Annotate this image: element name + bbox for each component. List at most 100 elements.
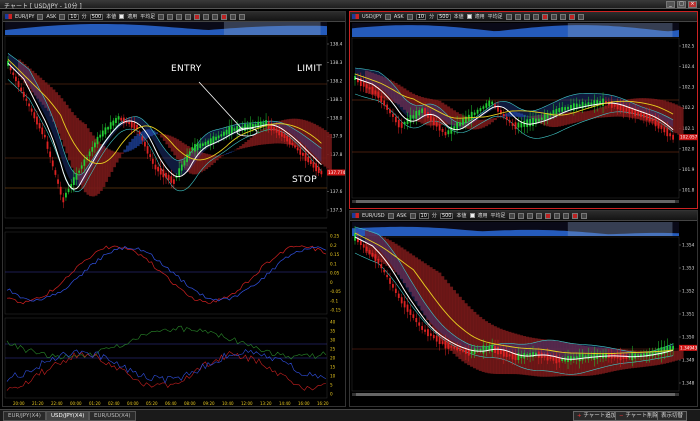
price-tag-label: 102.057 xyxy=(680,135,698,140)
zoom-in-icon[interactable] xyxy=(523,13,530,20)
candle-body xyxy=(141,136,144,141)
ichimoku-cloud xyxy=(589,110,594,119)
pair-label[interactable]: EUR/JPY xyxy=(15,14,34,20)
indicator-icon[interactable] xyxy=(194,13,201,20)
zoom-out-icon[interactable] xyxy=(185,13,192,20)
candle-body xyxy=(625,107,628,112)
chart-panel-eurusd[interactable]: EUR/USD ASK 10 分 500 本値 適用 平均足 1.354 1.35… xyxy=(349,210,698,407)
tab-usdjpy[interactable]: USD/JPY(X4) xyxy=(46,411,90,421)
refresh-icon[interactable] xyxy=(212,13,219,20)
osc2-tick-label: 35 xyxy=(330,329,336,334)
period-input[interactable]: 10 xyxy=(415,13,427,20)
apply-checkbox[interactable] xyxy=(119,14,125,19)
candle-body xyxy=(438,124,441,131)
crosshair-icon[interactable] xyxy=(158,13,165,20)
line-tool-icon[interactable] xyxy=(167,13,174,20)
ichimoku-cloud xyxy=(487,118,491,125)
crosshair-icon[interactable] xyxy=(508,212,515,219)
zoom-in-icon[interactable] xyxy=(526,212,533,219)
zoom-out-icon[interactable] xyxy=(532,13,539,20)
candle-body xyxy=(447,342,450,350)
print-icon[interactable] xyxy=(230,13,237,20)
mode1-label[interactable]: 本値 xyxy=(106,13,116,20)
dropdown-icon[interactable] xyxy=(406,13,413,20)
chart-panel-eurjpy[interactable]: EUR/JPY ASK 10 分 500 本値 適用 平均足 138.4 138.… xyxy=(2,11,346,407)
candle-body xyxy=(625,355,628,359)
delete-icon[interactable] xyxy=(221,13,228,20)
add-chart-button[interactable]: + チャート追加 xyxy=(573,411,621,421)
dropdown-icon[interactable] xyxy=(409,212,416,219)
period-unit: 分 xyxy=(81,14,87,20)
display-switch-button[interactable]: 表示切替 xyxy=(657,411,688,421)
count-input[interactable]: 500 xyxy=(89,13,104,20)
candle-body xyxy=(159,167,162,175)
refresh-icon[interactable] xyxy=(559,13,566,20)
settings-icon[interactable] xyxy=(550,13,557,20)
refresh-icon[interactable] xyxy=(562,212,569,219)
mode3-label[interactable]: 平均足 xyxy=(140,13,155,20)
dropdown-icon[interactable] xyxy=(384,13,391,20)
apply-checkbox[interactable] xyxy=(466,14,472,19)
maximize-button[interactable]: □ xyxy=(677,1,686,8)
candle-body xyxy=(581,353,584,361)
count-input[interactable]: 500 xyxy=(439,212,454,219)
zoom-in-icon[interactable] xyxy=(176,13,183,20)
side-label[interactable]: ASK xyxy=(394,14,404,20)
indicator-icon[interactable] xyxy=(541,13,548,20)
zoom-out-icon[interactable] xyxy=(535,212,542,219)
scrollbar-thumb xyxy=(356,393,675,396)
mode3-label[interactable]: 平均足 xyxy=(488,13,503,20)
pair-label[interactable]: USD/JPY xyxy=(362,14,382,20)
delete-icon[interactable] xyxy=(571,212,578,219)
candle-body xyxy=(456,346,459,351)
period-input[interactable]: 10 xyxy=(418,212,429,219)
side-label[interactable]: ASK xyxy=(46,14,56,20)
tab-eurjpy[interactable]: EUR/JPY(X4) xyxy=(3,411,46,421)
candle-body xyxy=(9,66,12,71)
chart-canvas[interactable]: 102.5 102.4 102.3 102.2 102.1 102.0 101.9 101.8… xyxy=(350,22,698,209)
close-button[interactable]: × xyxy=(688,1,697,8)
candle-body xyxy=(94,142,96,148)
dropdown-icon[interactable] xyxy=(37,13,44,20)
candle-body xyxy=(403,121,406,125)
dropdown-icon[interactable] xyxy=(387,212,394,219)
stop-annotation: STOP xyxy=(292,175,317,185)
crosshair-icon[interactable] xyxy=(505,13,512,20)
candle-body xyxy=(22,91,25,98)
indicator-icon[interactable] xyxy=(544,212,551,219)
chart-canvas[interactable]: 138.4 138.3 138.2 138.1 138.0 137.9 137.8 137.7… xyxy=(3,22,346,407)
y-tick-label: 1.353 xyxy=(682,266,695,272)
count-input[interactable]: 500 xyxy=(437,13,451,20)
settings-icon[interactable] xyxy=(553,212,560,219)
save-icon[interactable] xyxy=(239,13,246,20)
chart-panel-usdjpy[interactable]: USD/JPY ASK 10 分 500 本値 適用 平均足 102.5 102.… xyxy=(349,11,698,209)
dropdown-icon[interactable] xyxy=(59,13,66,20)
candle-body xyxy=(491,101,494,105)
line-tool-icon[interactable] xyxy=(514,13,521,20)
mode1-label[interactable]: 本値 xyxy=(454,13,464,20)
mode1-label[interactable]: 本値 xyxy=(456,212,466,219)
candle-body xyxy=(645,113,648,120)
tab-eurusd[interactable]: EUR/USD(X4) xyxy=(89,411,136,421)
candle-body xyxy=(107,127,109,130)
mode3-label[interactable]: 平均足 xyxy=(491,212,506,219)
period-input[interactable]: 10 xyxy=(68,13,79,20)
apply-checkbox[interactable] xyxy=(469,213,475,218)
y-tick-label: 1.348 xyxy=(682,381,695,387)
print-icon[interactable] xyxy=(577,13,584,20)
delete-icon[interactable] xyxy=(568,13,575,20)
side-label[interactable]: ASK xyxy=(397,213,407,219)
minimize-button[interactable]: _ xyxy=(666,1,675,8)
osc2-tick-label: 10 xyxy=(330,374,336,379)
ichimoku-cloud xyxy=(233,149,238,151)
settings-icon[interactable] xyxy=(203,13,210,20)
candle-body xyxy=(508,354,511,357)
delete-chart-button[interactable]: − チャート削除 xyxy=(615,411,663,421)
pair-label[interactable]: EUR/USD xyxy=(362,213,385,219)
candle-body xyxy=(288,138,291,145)
print-icon[interactable] xyxy=(580,212,587,219)
candle-body xyxy=(537,118,540,122)
band-fill xyxy=(355,68,674,129)
chart-canvas[interactable]: 1.354 1.353 1.352 1.351 1.350 1.349 1.348 1.349… xyxy=(350,221,698,407)
line-tool-icon[interactable] xyxy=(517,212,524,219)
